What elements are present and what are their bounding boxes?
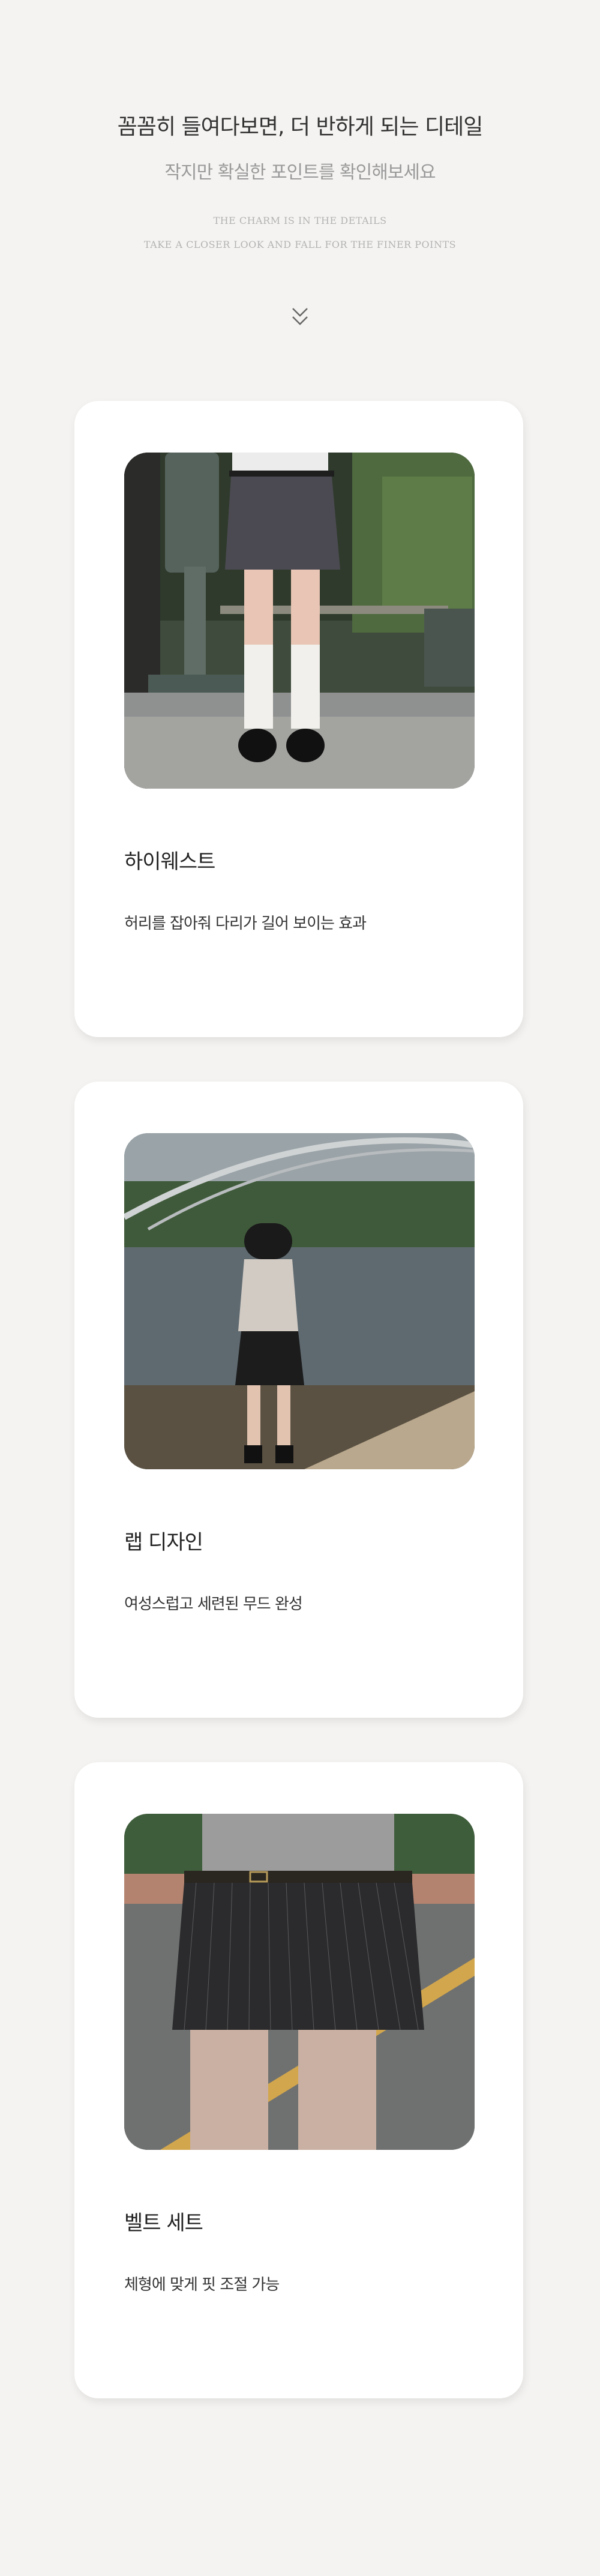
detail-description: 체형에 맞게 핏 조절 가능: [124, 2276, 280, 2294]
detail-description: 허리를 잡아줘 다리가 길어 보이는 효과: [124, 915, 367, 933]
pinstripe-skirt-belt-closeup-photo: [124, 1814, 475, 2150]
detail-description: 여성스럽고 세련된 무드 완성: [124, 1595, 303, 1613]
detail-card-belt-set: 벨트 세트 체형에 맞게 핏 조절 가능: [74, 1762, 523, 2398]
detail-card-high-waist: 하이웨스트 허리를 잡아줘 다리가 길어 보이는 효과: [74, 401, 523, 1037]
english-caption-line-2: TAKE A CLOSER LOOK AND FALL FOR THE FINE…: [143, 239, 457, 250]
model-riverside-wrap-skirt-photo: [124, 1133, 475, 1469]
detail-title: 벨트 세트: [124, 2211, 203, 2235]
section-subheadline: 작지만 확실한 포인트를 확인해보세요: [164, 162, 436, 183]
detail-title: 랩 디자인: [124, 1530, 203, 1554]
model-high-waist-skirt-photo: [124, 453, 475, 789]
section-headline: 꼼꼼히 들여다보면, 더 반하게 되는 디테일: [117, 115, 484, 139]
double-chevron-down-icon: [292, 308, 308, 325]
english-caption-line-1: THE CHARM IS IN THE DETAILS: [213, 215, 387, 226]
detail-title: 하이웨스트: [124, 850, 215, 874]
detail-card-wrap-design: 랩 디자인 여성스럽고 세련된 무드 완성: [74, 1082, 523, 1718]
